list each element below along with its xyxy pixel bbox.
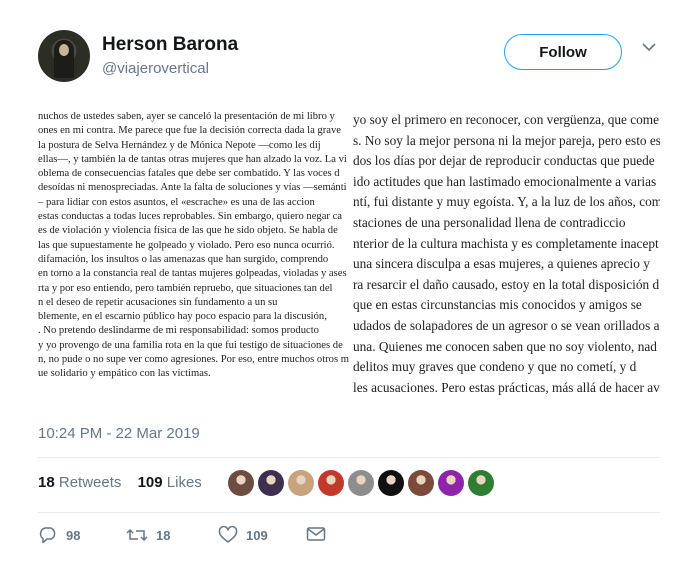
retweets-stat[interactable]: 18 Retweets [38,474,121,491]
image-text-right-column: yo soy el primero en reconocer, con verg… [353,110,660,402]
image-text-line: úan el dolor y cultivan el resentimiento… [353,398,660,402]
more-options-chevron-icon[interactable] [642,42,656,52]
image-text-line: rta y por eso entiendo, pero también rep… [38,282,333,294]
image-text-line: delitos muy graves que condeno y que no … [353,359,637,375]
divider [38,457,660,458]
liker-avatar[interactable] [318,470,344,496]
user-avatar[interactable] [38,30,90,82]
image-text-line: es de violación y violencia física de la… [38,225,338,237]
likes-label: Likes [166,474,202,491]
tweet-header: Herson Barona @viajerovertical Follow [38,30,678,90]
likes-stat[interactable]: 109 Likes [138,474,202,491]
liker-avatar[interactable] [258,470,284,496]
retweet-action[interactable]: 18 [126,526,170,544]
user-display-name[interactable]: Herson Barona [102,34,238,56]
retweets-count: 18 [38,474,55,491]
image-text-line: difamación, los insultos o las amenazas … [38,253,329,265]
liker-avatar[interactable] [378,470,404,496]
liker-avatar[interactable] [228,470,254,496]
image-text-line: blemente, en el escarnio público hay poc… [38,311,327,323]
image-text-line: n el deseo de repetir acusaciones sin fu… [38,296,278,308]
avatar-face [59,44,69,56]
reply-icon [38,526,58,544]
reply-action[interactable]: 98 [38,526,80,544]
image-text-line: en torno a la constancia real de tantas … [38,268,347,280]
tweet-image[interactable]: nuchos de ustedes saben, ayer se canceló… [38,100,660,402]
direct-message-action[interactable] [306,526,326,542]
image-text-line: – para lidiar con estos asuntos, el «esc… [38,196,315,208]
image-text-line: ue solidario y empático con las víctimas… [38,368,211,380]
image-text-line: yo soy el primero en reconocer, con verg… [353,112,660,127]
liker-avatar[interactable] [408,470,434,496]
retweet-icon [126,526,148,544]
image-text-line: les acusaciones. Pero estas prácticas, m… [353,379,660,395]
like-action[interactable]: 109 [218,526,268,544]
user-handle[interactable]: @viajerovertical [102,60,209,77]
divider [38,512,660,513]
image-text-line: . No pretendo deslindarme de mi responsa… [38,325,319,337]
image-text-line: una sincera disculpa a esas mujeres, a q… [353,256,650,272]
retweet-count: 18 [156,527,171,543]
image-text-line: una. Quienes me conocen saben que no soy… [353,338,657,354]
image-text-line: udados de solapadores de un agresor o se… [353,317,660,333]
image-text-line: ra resarcir el daño causado, estoy en la… [353,276,660,292]
liker-avatar[interactable] [468,470,494,496]
image-text-line: staciones de una personalidad llena de c… [353,214,626,230]
liker-avatar[interactable] [438,470,464,496]
image-text-line: n, no pude o no supe ver como agresiones… [38,354,349,366]
image-text-line: nterior de la cultura machista y es comp… [353,235,659,251]
tweet-timestamp[interactable]: 10:24 PM - 22 Mar 2019 [38,425,200,442]
image-text-line: desoídas ni menospreciadas. Ante la falt… [38,182,347,194]
image-text-line: que en estas circunstancias mis conocido… [353,297,642,313]
image-text-line: la postura de Selva Hernández y de Mónic… [38,139,321,151]
image-text-line: las que supuestamente he golpeado y viol… [38,239,335,251]
tweet-stats: 18 Retweets 109 Likes [38,474,202,491]
image-text-line: ellas—, y también la de tantas otras muj… [38,153,347,165]
image-text-line: dos los días por dejar de reproducir con… [353,153,655,169]
reply-count: 98 [66,527,81,543]
envelope-icon [306,526,326,542]
retweets-label: Retweets [58,474,122,491]
liker-avatar[interactable] [288,470,314,496]
image-text-line: ntí, fui distante y muy egoísta. Y, a la… [353,194,660,210]
image-text-line: oblema de consecuencias fatales que debe… [38,168,340,180]
image-text-line: y yo provengo de una familia rota en la … [38,339,343,351]
follow-button[interactable]: Follow [504,34,622,70]
image-text-left-column: nuchos de ustedes saben, ayer se canceló… [38,110,350,382]
likes-count: 109 [137,474,163,491]
image-text-line: nuchos de ustedes saben, ayer se canceló… [38,111,335,122]
like-count: 109 [246,527,268,543]
image-text-line: estas conductas a todas luces reprobable… [38,211,342,223]
image-text-line: ido actitudes que han lastimado emociona… [353,173,657,189]
liker-avatar[interactable] [348,470,374,496]
image-text-line: ones en mi contra. Me parece que fue la … [38,125,341,137]
heart-icon [218,526,238,544]
image-text-line: s. No soy la mejor persona ni la mejor p… [353,132,660,148]
